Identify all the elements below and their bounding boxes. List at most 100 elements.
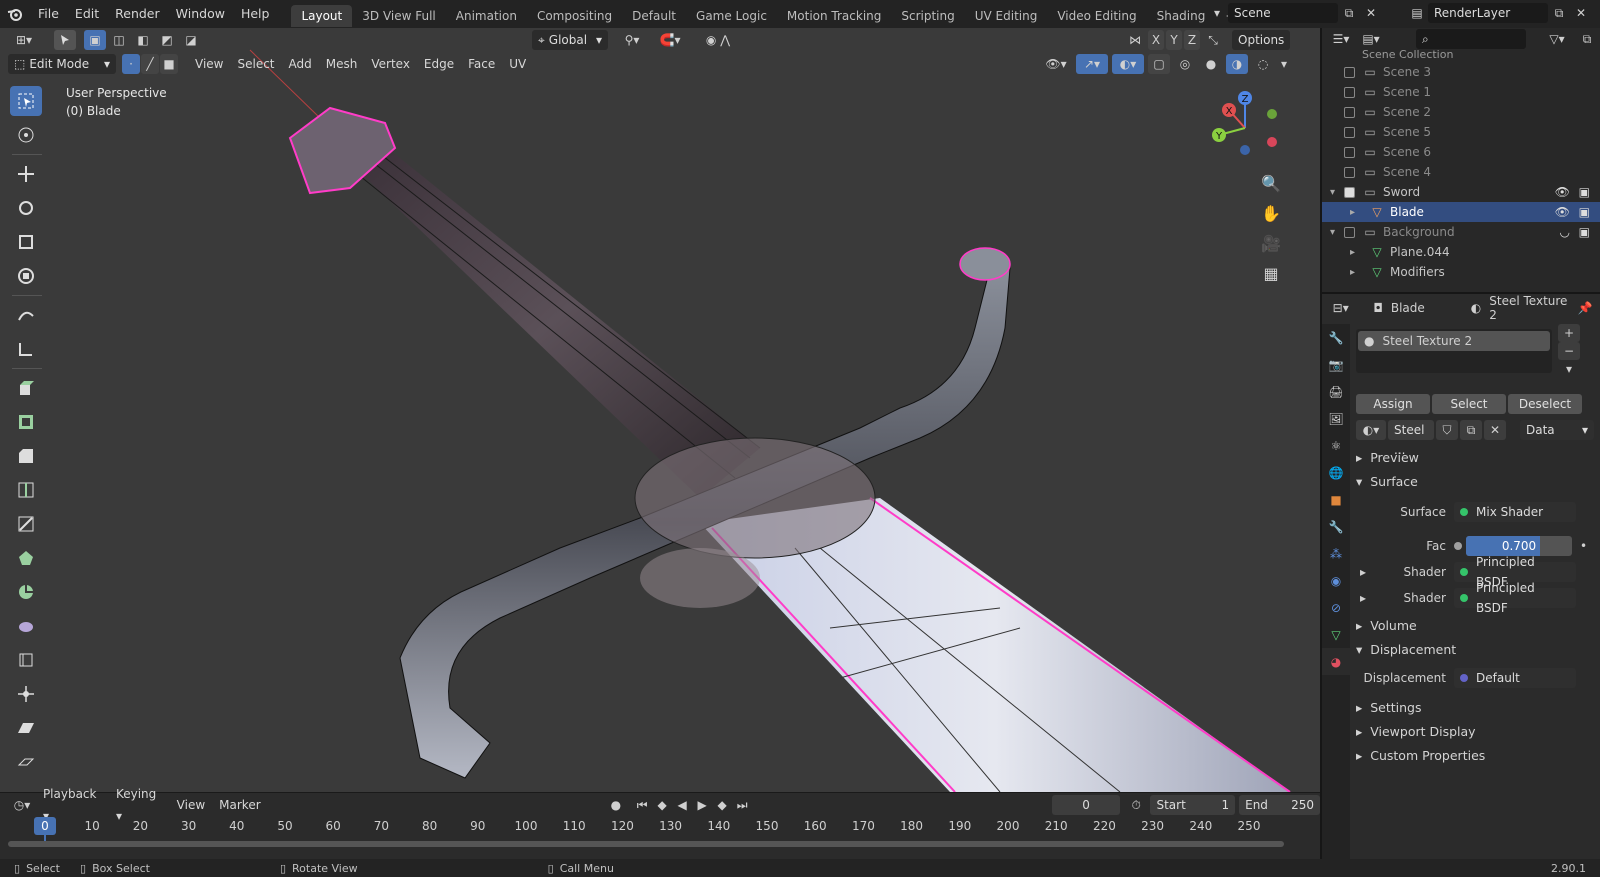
outliner-row[interactable]: ▸ ▽ Modifiers — [1322, 262, 1600, 282]
pivot-point-icon[interactable]: ⚲▾ — [616, 30, 648, 50]
shading-rendered-icon[interactable]: ◌ — [1252, 54, 1274, 74]
gizmo-neg-y-icon[interactable] — [1267, 109, 1277, 119]
menu-uv[interactable]: UV — [502, 53, 533, 75]
outliner-row[interactable]: ▸ ▽ Plane.044 — [1322, 242, 1600, 262]
move-tool-icon[interactable] — [10, 159, 42, 189]
loop-cut-tool-icon[interactable] — [10, 475, 42, 505]
fac-slider[interactable]: 0.700 — [1466, 536, 1572, 556]
collection-checkbox[interactable] — [1344, 106, 1355, 118]
options-dropdown[interactable]: Options ▾ — [1232, 30, 1290, 67]
outliner-editor-type-icon[interactable]: ☰▾ — [1326, 29, 1356, 49]
view-layer-field[interactable]: RenderLayer — [1428, 3, 1548, 23]
add-slot-icon[interactable]: + — [1558, 324, 1580, 342]
surface-shader-field[interactable]: Mix Shader — [1454, 502, 1576, 522]
panel-surface[interactable]: ▾ Surface — [1356, 470, 1596, 494]
mirror-z-button[interactable]: Z — [1184, 30, 1200, 50]
collection-checkbox[interactable] — [1344, 226, 1355, 238]
play-reverse-icon[interactable]: ◀ — [672, 795, 692, 815]
material-slot-item[interactable]: ● Steel Texture 2 — [1358, 331, 1550, 351]
tab-animation[interactable]: Animation — [446, 5, 527, 27]
mirror-icon[interactable]: ⋈ — [1124, 30, 1146, 50]
displacement-field[interactable]: Default — [1454, 668, 1576, 688]
vertex-select-icon[interactable]: · — [122, 54, 140, 74]
collapsed-arrow-icon[interactable]: ▸ — [1360, 565, 1372, 579]
expand-arrow-icon[interactable]: ▸ — [1350, 247, 1362, 258]
outliner-search-input[interactable]: ⌕ — [1416, 29, 1526, 49]
menu-view[interactable]: View — [188, 53, 230, 75]
shear-tool-icon[interactable] — [10, 713, 42, 743]
fake-user-icon[interactable]: ⛉ — [1436, 420, 1458, 440]
browse-material-icon[interactable]: ◐▾ — [1356, 420, 1386, 440]
expand-arrow-icon[interactable]: ▸ — [1350, 207, 1362, 218]
visibility-icon[interactable]: 👁▾ — [1040, 54, 1072, 74]
menu-render[interactable]: Render — [107, 0, 168, 28]
properties-editor-type-icon[interactable]: ⊟▾ — [1326, 298, 1355, 318]
tab-default[interactable]: Default — [622, 5, 686, 27]
duplicate-material-icon[interactable]: ⧉ — [1460, 420, 1482, 440]
collection-checkbox[interactable] — [1344, 66, 1355, 78]
select-box-tool-icon[interactable] — [10, 86, 42, 116]
collection-checkbox[interactable] — [1344, 146, 1355, 158]
rotate-tool-icon[interactable] — [10, 193, 42, 223]
select-invert-icon[interactable]: ◩ — [156, 30, 178, 50]
menu-mesh[interactable]: Mesh — [319, 53, 365, 75]
tab-motion-tracking[interactable]: Motion Tracking — [777, 5, 891, 27]
visibility-eye-icon[interactable]: 👁 — [1555, 205, 1570, 219]
select-button[interactable]: Select — [1432, 394, 1506, 414]
stopwatch-icon[interactable]: ⏱ — [1126, 795, 1146, 815]
shading-material-icon[interactable]: ◑ — [1226, 54, 1248, 74]
play-icon[interactable]: ▶ — [692, 795, 712, 815]
tab-output-icon[interactable]: 🖨 — [1322, 378, 1350, 405]
menu-edge[interactable]: Edge — [417, 53, 461, 75]
shader2-field[interactable]: Principled BSDF — [1454, 581, 1576, 615]
pin-icon[interactable]: 📌 — [1574, 298, 1596, 318]
tab-material-icon[interactable]: ◕ — [1322, 648, 1350, 675]
menu-timeline-view[interactable]: View — [170, 794, 212, 816]
collection-checkbox[interactable] — [1344, 86, 1355, 98]
tab-world-icon[interactable]: 🌐 — [1322, 459, 1350, 486]
shading-options-icon[interactable]: ▾ — [1278, 54, 1290, 74]
tab-particles-icon[interactable]: ⁂ — [1322, 540, 1350, 567]
tab-compositing[interactable]: Compositing — [527, 5, 622, 27]
scale-tool-icon[interactable] — [10, 227, 42, 257]
collection-checkbox[interactable] — [1344, 166, 1355, 178]
transform-orientation-dropdown[interactable]: ⌖ Global ▾ — [532, 30, 608, 50]
slot-menu-icon[interactable]: ▾ — [1558, 360, 1580, 378]
panel-viewport-display[interactable]: ▸ Viewport Display — [1356, 720, 1596, 744]
tab-tool-icon[interactable]: 🔧 — [1322, 324, 1350, 351]
spin-tool-icon[interactable] — [10, 577, 42, 607]
scene-field[interactable]: Scene — [1228, 3, 1338, 23]
prev-keyframe-icon[interactable]: ◆ — [652, 795, 672, 815]
keyframe-dot-icon[interactable]: • — [1580, 539, 1587, 553]
blender-logo-icon[interactable] — [0, 4, 30, 24]
tab-view-layer-icon[interactable]: 🖼 — [1322, 405, 1350, 432]
3d-viewport[interactable]: ⊞▾ ▣ ◫ ◧ ◩ ◪ ⌖ Global ▾ ⚲▾ 🧲▾ ◉ ⋀ ⋈ X Y … — [0, 28, 1320, 792]
shading-solid-icon[interactable]: ● — [1200, 54, 1222, 74]
edge-slide-tool-icon[interactable] — [10, 645, 42, 675]
jump-end-icon[interactable]: ⏭ — [732, 795, 752, 815]
current-frame-field[interactable]: 0 — [1052, 795, 1120, 815]
snap-icon[interactable]: 🧲▾ — [650, 30, 690, 50]
viewport-scene[interactable] — [0, 28, 1320, 792]
remove-slot-icon[interactable]: − — [1558, 342, 1580, 360]
menu-face[interactable]: Face — [461, 53, 502, 75]
timeline-scrollbar[interactable] — [8, 841, 1284, 847]
menu-select[interactable]: Select — [230, 53, 281, 75]
outliner-row[interactable]: ▭ Scene 6 — [1322, 142, 1600, 162]
material-name-field[interactable]: Steel ... — [1388, 420, 1434, 457]
navigation-gizmo[interactable]: Z Y X — [1205, 88, 1285, 168]
measure-tool-icon[interactable] — [10, 334, 42, 364]
knife-tool-icon[interactable] — [10, 509, 42, 539]
gizmo-toggle-icon[interactable]: ↗▾ — [1076, 54, 1108, 74]
collection-checkbox[interactable] — [1344, 186, 1355, 198]
outliner-row[interactable]: ▭ Scene 3 — [1322, 62, 1600, 82]
view-layer-icon[interactable]: ▤ — [1406, 3, 1428, 23]
deselect-button[interactable]: Deselect — [1508, 394, 1582, 414]
auto-merge-icon[interactable]: ⤡ — [1202, 30, 1224, 50]
tab-render-icon[interactable]: 📷 — [1322, 351, 1350, 378]
expand-arrow-icon[interactable]: ▾ — [1330, 227, 1342, 238]
perspective-grid-icon[interactable]: ▦ — [1260, 258, 1282, 288]
outliner-row[interactable]: ▾ ▭ Sword 👁 ▣ — [1322, 182, 1600, 202]
tab-object-icon[interactable]: ■ — [1322, 486, 1350, 513]
tab-constraints-icon[interactable]: ⊘ — [1322, 594, 1350, 621]
